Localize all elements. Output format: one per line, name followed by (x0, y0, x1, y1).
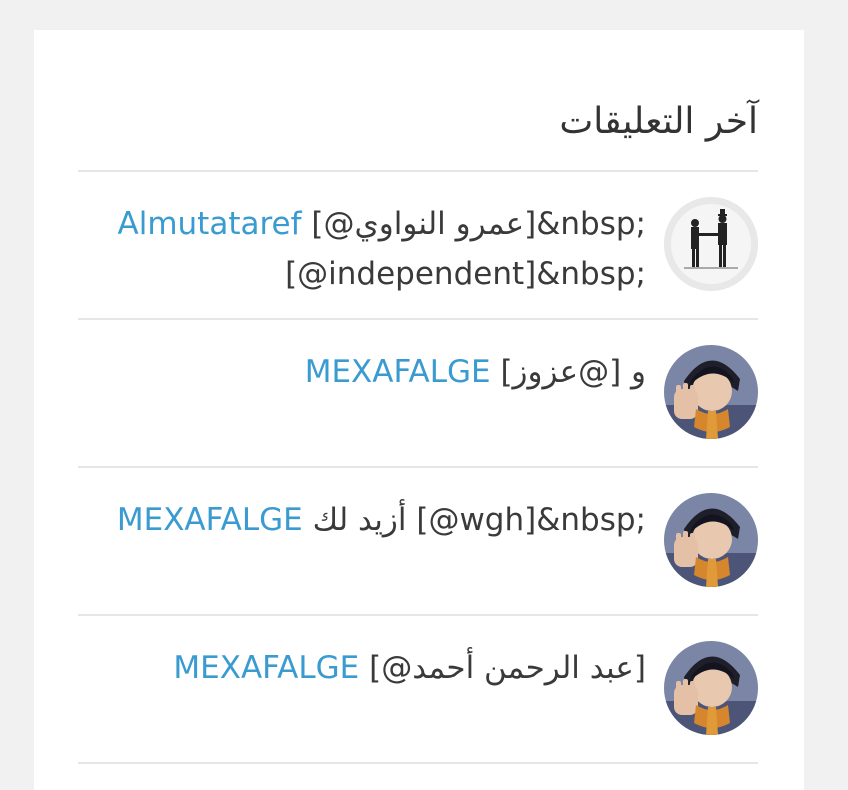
comment-text: MEXAFALGE و [@عزوز] (76, 347, 646, 397)
comment-text: Almutataref [@عمرو النواوي]&nbsp;[@indep… (76, 199, 647, 299)
avatar[interactable] (664, 197, 758, 291)
recent-comments-widget: آخر التعليقات Almutataref [@عمرو النواوي… (34, 30, 804, 790)
anime-character-icon (664, 345, 758, 439)
comment-item: MEXAFALGE [@عبد الرحمن أحمد] (78, 616, 758, 764)
divider (78, 762, 758, 764)
comment-body: و [@عزوز] (500, 354, 646, 390)
comment-text: MEXAFALGE [@عبد الرحمن أحمد] (76, 643, 646, 693)
silhouette-handshake-icon (664, 197, 758, 291)
comment-author-link[interactable]: Almutataref (118, 206, 302, 242)
comment-item: MEXAFALGE و [@عزوز] (78, 320, 758, 468)
widget-title: آخر التعليقات (559, 101, 758, 142)
comment-item: Almutataref [@عمرو النواوي]&nbsp;[@indep… (78, 172, 758, 320)
comment-item: MEXAFALGE أزيد لك [@wgh]&nbsp; (78, 468, 758, 616)
avatar[interactable] (664, 641, 758, 735)
comment-author-link[interactable]: MEXAFALGE (305, 354, 491, 390)
comment-author-link[interactable]: MEXAFALGE (117, 502, 303, 538)
comment-text: MEXAFALGE أزيد لك [@wgh]&nbsp; (76, 495, 646, 545)
comment-body: أزيد لك [@wgh]&nbsp; (312, 502, 646, 538)
anime-character-icon (664, 493, 758, 587)
comment-author-link[interactable]: MEXAFALGE (173, 650, 359, 686)
comment-body: [@عمرو النواوي]&nbsp;[@independent]&nbsp… (285, 206, 646, 292)
avatar[interactable] (664, 345, 758, 439)
avatar[interactable] (664, 493, 758, 587)
anime-character-icon (664, 641, 758, 735)
comment-body: [@عبد الرحمن أحمد] (369, 650, 646, 686)
